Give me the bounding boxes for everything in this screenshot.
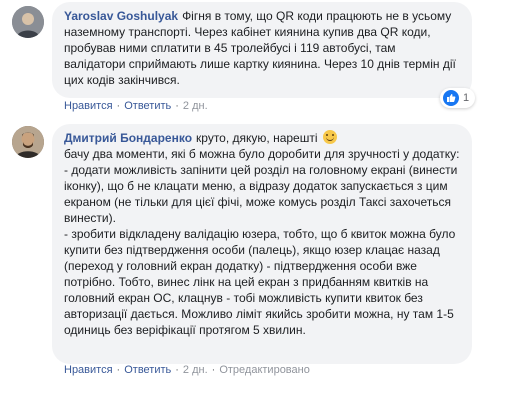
comment-author[interactable]: Yaroslav Goshulyak <box>64 9 178 23</box>
separator-dot: · <box>211 364 216 376</box>
smile-emoji-icon <box>322 130 337 144</box>
reaction-count: 1 <box>463 92 470 104</box>
avatar-photo-icon <box>12 6 44 38</box>
comment-text-first: круто, дякую, нарешті <box>196 131 318 145</box>
reply-link[interactable]: Ответить <box>124 100 171 112</box>
reactions-badge[interactable]: 1 <box>440 88 476 108</box>
comment-actions: Нравится · Ответить · 2 дн. · Отредактир… <box>64 364 310 376</box>
like-icon <box>443 90 459 106</box>
separator-dot: · <box>116 100 121 112</box>
comment-actions: Нравится · Ответить · 2 дн. <box>64 100 208 112</box>
edited-label[interactable]: Отредактировано <box>219 364 310 376</box>
like-link[interactable]: Нравится <box>64 100 113 112</box>
comment-1: Yaroslav Goshulyak Фігня в тому, що QR ко… <box>0 0 506 122</box>
separator-dot: · <box>175 364 179 376</box>
like-link[interactable]: Нравится <box>64 364 113 376</box>
separator-dot: · <box>116 364 121 376</box>
separator-dot: · <box>175 100 179 112</box>
comment-2: Дмитрий Бондаренко круто, дякую, нарешті … <box>0 118 506 413</box>
avatar-photo-icon <box>12 126 44 158</box>
comment-bubble: Yaroslav Goshulyak Фігня в тому, що QR ко… <box>52 2 472 98</box>
comment-timestamp[interactable]: 2 дн. <box>183 364 208 376</box>
avatar[interactable] <box>12 126 44 158</box>
reply-link[interactable]: Ответить <box>124 364 171 376</box>
comment-author[interactable]: Дмитрий Бондаренко <box>64 131 192 145</box>
avatar[interactable] <box>12 6 44 38</box>
comment-timestamp[interactable]: 2 дн. <box>183 100 208 112</box>
comment-bubble: Дмитрий Бондаренко круто, дякую, нарешті … <box>52 124 472 364</box>
comment-text: бачу два моменти, які б можна було дороб… <box>64 147 460 337</box>
